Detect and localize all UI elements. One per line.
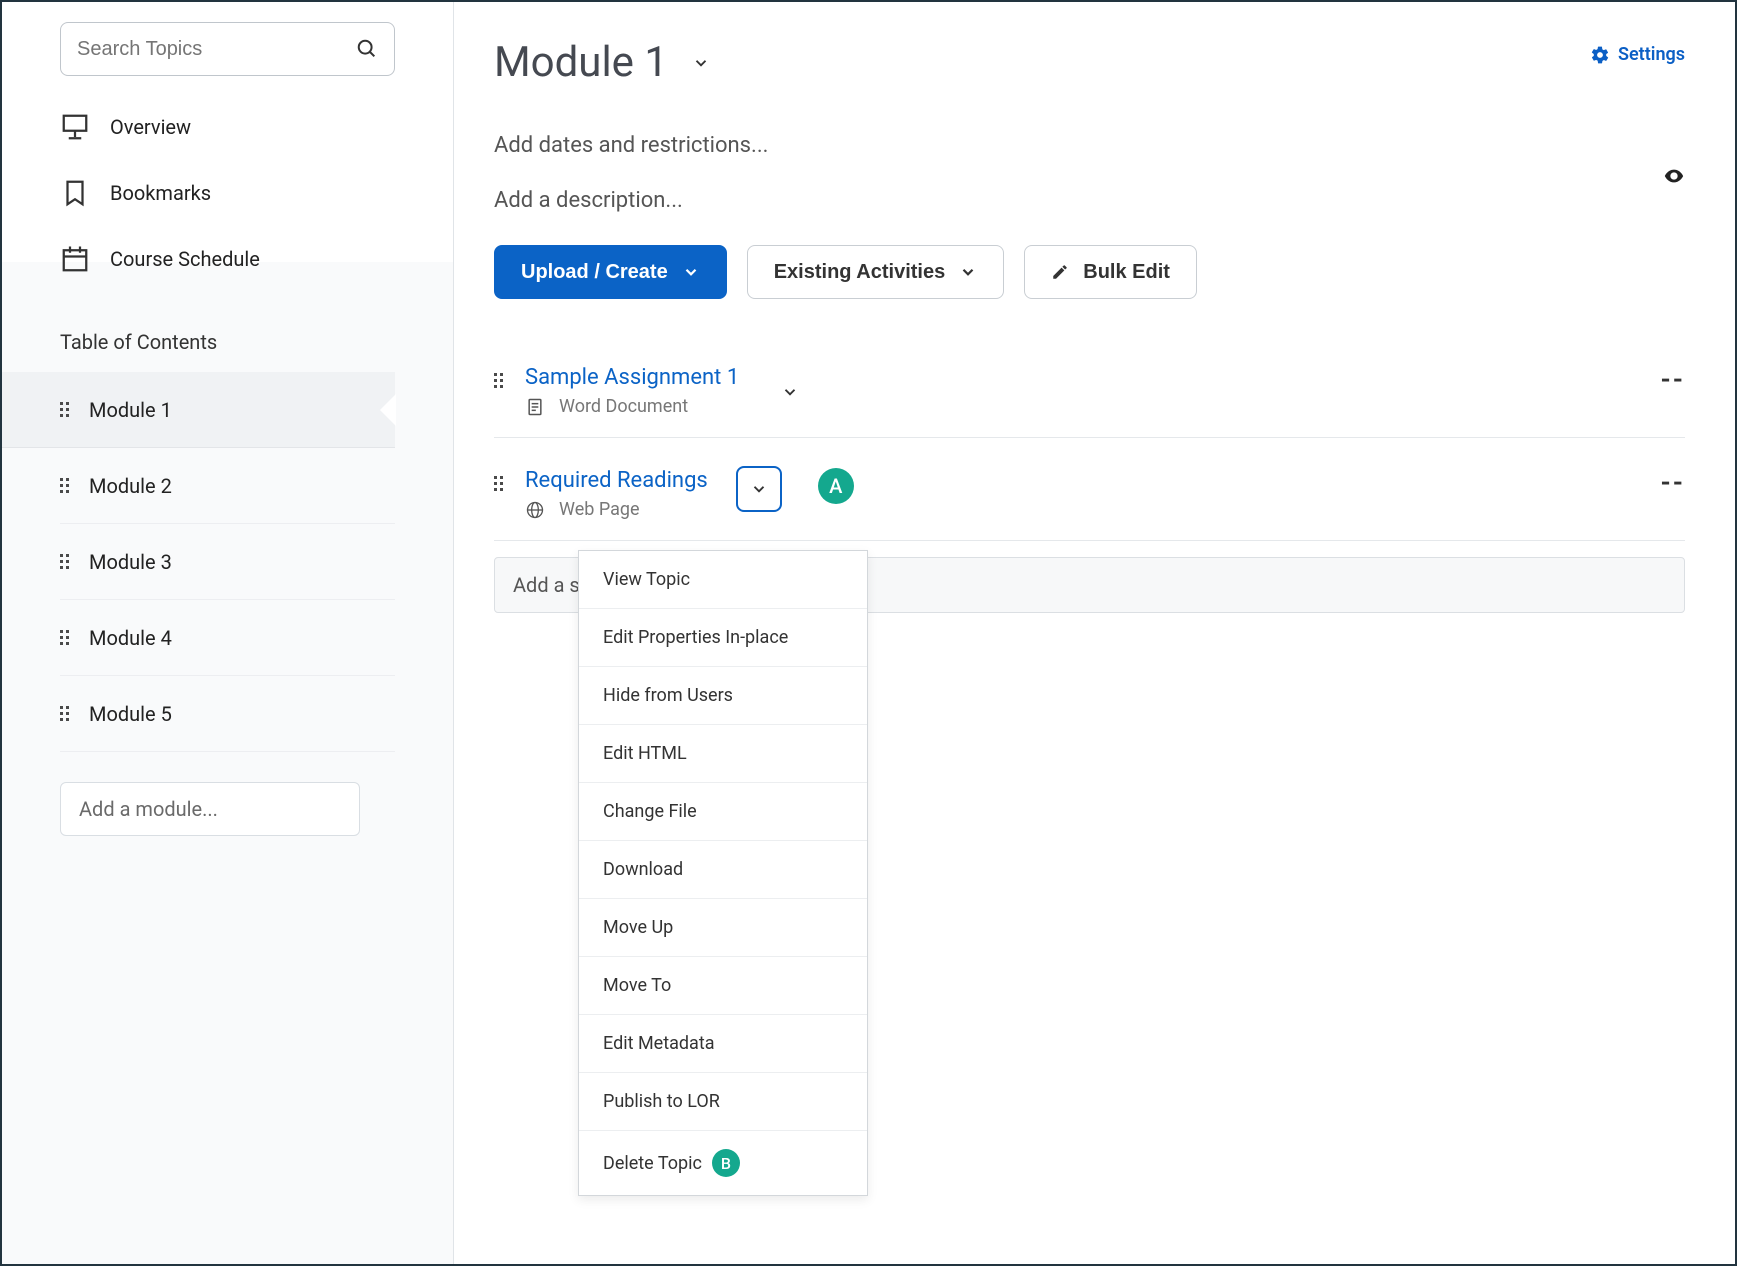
toc-header[interactable]: Table of Contents (2, 292, 453, 372)
topic-type: Word Document (559, 396, 688, 417)
toc-item-label: Module 1 (89, 398, 172, 422)
drag-handle-icon[interactable] (60, 478, 69, 493)
page-title[interactable]: Module 1 (494, 38, 668, 87)
menu-download[interactable]: Download (579, 841, 867, 899)
search-icon (356, 38, 378, 60)
menu-publish-lor[interactable]: Publish to LOR (579, 1073, 867, 1131)
topic-link[interactable]: Required Readings (525, 468, 708, 493)
menu-edit-metadata[interactable]: Edit Metadata (579, 1015, 867, 1073)
sidebar: Overview Bookmarks Course Schedule Table… (2, 2, 454, 1264)
menu-change-file[interactable]: Change File (579, 783, 867, 841)
toc-module-1[interactable]: Module 1 (2, 372, 395, 448)
chevron-down-icon[interactable] (781, 383, 799, 401)
toc-item-label: Module 2 (89, 474, 172, 498)
bookmark-icon (60, 178, 90, 208)
menu-view-topic[interactable]: View Topic (579, 551, 867, 609)
chevron-down-icon (682, 263, 700, 281)
topic-title: Sample Assignment 1 (525, 365, 739, 390)
toc-module-2[interactable]: Module 2 (60, 448, 395, 524)
nav-schedule-label: Course Schedule (110, 247, 260, 271)
eye-icon[interactable] (1663, 165, 1685, 187)
topic-actions-menu: View Topic Edit Properties In-place Hide… (578, 550, 868, 1196)
existing-activities-label: Existing Activities (774, 261, 946, 284)
menu-delete-topic[interactable]: Delete Topic B (579, 1131, 867, 1195)
nav-overview[interactable]: Overview (2, 94, 453, 160)
chevron-down-icon (750, 480, 768, 498)
upload-create-label: Upload / Create (521, 261, 668, 284)
bulk-edit-label: Bulk Edit (1083, 261, 1170, 284)
menu-move-to[interactable]: Move To (579, 957, 867, 1015)
add-module-placeholder: Add a module... (79, 797, 218, 821)
topic-actions-toggle[interactable] (736, 466, 782, 512)
menu-move-up[interactable]: Move Up (579, 899, 867, 957)
bulk-edit-button[interactable]: Bulk Edit (1024, 245, 1197, 299)
drag-handle-icon[interactable] (60, 402, 69, 417)
add-module-input[interactable]: Add a module... (60, 782, 360, 836)
completion-status: -- (1661, 365, 1686, 395)
upload-create-button[interactable]: Upload / Create (494, 245, 727, 299)
toc-item-label: Module 3 (89, 550, 172, 574)
main-panel: Module 1 Settings Add dates and restrict… (454, 2, 1735, 1264)
document-icon (525, 397, 545, 417)
topic-title: Required Readings (525, 468, 708, 493)
settings-label: Settings (1618, 44, 1685, 65)
menu-edit-properties[interactable]: Edit Properties In-place (579, 609, 867, 667)
pencil-icon (1051, 263, 1069, 281)
gear-icon (1590, 45, 1610, 65)
nav-bookmarks[interactable]: Bookmarks (2, 160, 453, 226)
drag-handle-icon[interactable] (60, 554, 69, 569)
search-box[interactable] (60, 22, 395, 76)
menu-edit-html[interactable]: Edit HTML (579, 725, 867, 783)
web-icon (525, 500, 545, 520)
annotation-badge-a: A (818, 468, 854, 504)
drag-handle-icon[interactable] (494, 373, 503, 388)
topic-type: Web Page (559, 499, 640, 520)
drag-handle-icon[interactable] (494, 476, 503, 491)
description-placeholder[interactable]: Add a description... (494, 188, 768, 213)
toc-item-label: Module 4 (89, 626, 172, 650)
chevron-down-icon[interactable] (692, 54, 710, 72)
toc-module-5[interactable]: Module 5 (60, 676, 395, 752)
chevron-down-icon (959, 263, 977, 281)
overview-icon (60, 112, 90, 142)
nav-schedule[interactable]: Course Schedule (2, 226, 453, 292)
annotation-badge-b: B (712, 1149, 740, 1177)
menu-hide-from-users[interactable]: Hide from Users (579, 667, 867, 725)
drag-handle-icon[interactable] (60, 630, 69, 645)
search-input[interactable] (77, 38, 356, 61)
settings-link[interactable]: Settings (1590, 44, 1685, 65)
content-item: Required Readings Web Page A -- (494, 458, 1685, 541)
existing-activities-button[interactable]: Existing Activities (747, 245, 1005, 299)
content-item: Sample Assignment 1 Word Document -- (494, 355, 1685, 438)
topic-link[interactable]: Sample Assignment 1 (525, 365, 739, 390)
completion-status: -- (1661, 468, 1686, 498)
toc-item-label: Module 5 (89, 702, 172, 726)
drag-handle-icon[interactable] (60, 706, 69, 721)
toc-module-4[interactable]: Module 4 (60, 600, 395, 676)
dates-restrictions[interactable]: Add dates and restrictions... (494, 133, 768, 158)
nav-overview-label: Overview (110, 115, 191, 139)
toc-module-3[interactable]: Module 3 (60, 524, 395, 600)
calendar-icon (60, 244, 90, 274)
nav-bookmarks-label: Bookmarks (110, 181, 211, 205)
